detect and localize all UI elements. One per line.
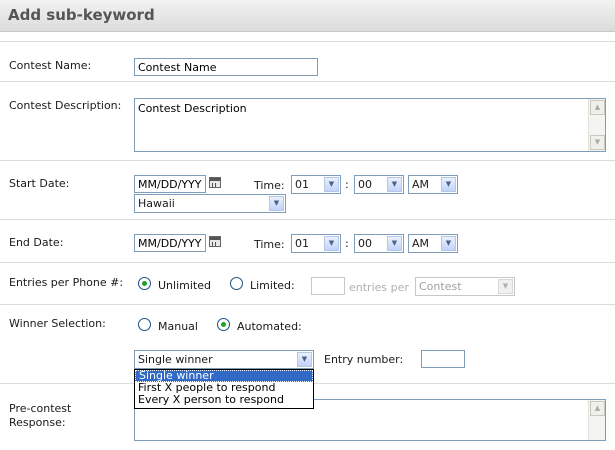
winner-selection-label: Winner Selection: xyxy=(9,317,106,330)
start-ampm-value: AM xyxy=(412,178,430,191)
chevron-down-icon[interactable]: ▼ xyxy=(269,196,284,211)
end-minute-value: 00 xyxy=(358,237,372,250)
chevron-down-icon[interactable]: ▼ xyxy=(387,177,402,192)
contest-name-input[interactable]: Contest Name xyxy=(134,58,318,76)
entries-per-label: entries per xyxy=(349,281,409,294)
chevron-down-icon[interactable]: ▼ xyxy=(324,236,339,251)
start-time-label: Time: xyxy=(254,179,285,192)
limited-radio[interactable] xyxy=(230,277,243,290)
contest-description-textarea[interactable]: Contest Description ▲ ▼ xyxy=(134,98,606,152)
start-hour-value: 01 xyxy=(295,178,309,191)
manual-radio[interactable] xyxy=(138,318,151,331)
chevron-down-icon[interactable]: ▼ xyxy=(324,177,339,192)
precontest-label-line2: Response: xyxy=(9,416,66,429)
entries-period-value: Contest xyxy=(419,280,462,293)
calendar-icon[interactable] xyxy=(209,236,221,247)
contest-name-label: Contest Name: xyxy=(9,59,92,72)
start-hour-select[interactable]: 01 ▼ xyxy=(291,175,341,194)
winner-mode-value: Single winner xyxy=(138,353,213,366)
scroll-up-icon[interactable]: ▲ xyxy=(590,100,605,115)
timezone-value: Hawaii xyxy=(138,197,175,210)
time-colon: : xyxy=(345,237,349,250)
dropdown-option-every-x[interactable]: Every X person to respond xyxy=(135,394,313,406)
limited-label: Limited: xyxy=(250,279,295,292)
start-minute-select[interactable]: 00 ▼ xyxy=(354,175,404,194)
unlimited-radio[interactable] xyxy=(138,277,151,290)
start-minute-value: 00 xyxy=(358,178,372,191)
end-date-label: End Date: xyxy=(9,236,64,249)
divider xyxy=(0,160,615,161)
divider xyxy=(0,219,615,220)
calendar-icon[interactable] xyxy=(209,177,221,188)
start-date-label: Start Date: xyxy=(9,177,70,190)
automated-label: Automated: xyxy=(237,320,302,333)
end-minute-select[interactable]: 00 ▼ xyxy=(354,234,404,253)
chevron-down-icon[interactable]: ▼ xyxy=(297,352,312,367)
end-hour-value: 01 xyxy=(295,237,309,250)
page-title: Add sub-keyword xyxy=(8,6,155,24)
chevron-down-icon[interactable]: ▼ xyxy=(441,236,456,251)
end-ampm-select[interactable]: AM ▼ xyxy=(408,234,458,253)
manual-label: Manual xyxy=(158,320,198,333)
entries-count-input[interactable] xyxy=(311,277,345,295)
description-scrollbar[interactable]: ▲ ▼ xyxy=(588,99,605,151)
divider xyxy=(0,304,615,305)
entries-period-select[interactable]: Contest ▼ xyxy=(415,277,515,296)
divider xyxy=(0,41,615,42)
timezone-select[interactable]: Hawaii ▼ xyxy=(134,194,286,213)
winner-mode-dropdown-list: Single winner First X people to respond … xyxy=(134,369,314,409)
time-colon: : xyxy=(345,178,349,191)
end-hour-select[interactable]: 01 ▼ xyxy=(291,234,341,253)
start-ampm-select[interactable]: AM ▼ xyxy=(408,175,458,194)
chevron-down-icon[interactable]: ▼ xyxy=(441,177,456,192)
chevron-down-icon[interactable]: ▼ xyxy=(498,279,513,294)
winner-mode-select[interactable]: Single winner ▼ xyxy=(134,350,314,369)
chevron-down-icon[interactable]: ▼ xyxy=(387,236,402,251)
end-time-label: Time: xyxy=(254,238,285,251)
contest-description-label: Contest Description: xyxy=(9,99,122,112)
scroll-up-icon[interactable]: ▲ xyxy=(590,401,605,416)
end-ampm-value: AM xyxy=(412,237,430,250)
contest-description-text: Contest Description xyxy=(138,102,247,115)
section-header: Add sub-keyword xyxy=(0,0,615,32)
precontest-scrollbar[interactable]: ▲ xyxy=(588,400,605,440)
entry-number-input[interactable] xyxy=(421,350,465,368)
unlimited-label: Unlimited xyxy=(158,279,211,292)
divider xyxy=(0,81,615,82)
end-date-input[interactable]: MM/DD/YYY xyxy=(134,234,206,252)
entries-label: Entries per Phone #: xyxy=(9,276,124,289)
start-date-input[interactable]: MM/DD/YYY xyxy=(134,175,206,193)
scroll-down-icon[interactable]: ▼ xyxy=(590,135,605,150)
precontest-label-line1: Pre-contest xyxy=(9,402,72,415)
entry-number-label: Entry number: xyxy=(324,353,404,366)
divider xyxy=(0,262,615,263)
automated-radio[interactable] xyxy=(217,318,230,331)
